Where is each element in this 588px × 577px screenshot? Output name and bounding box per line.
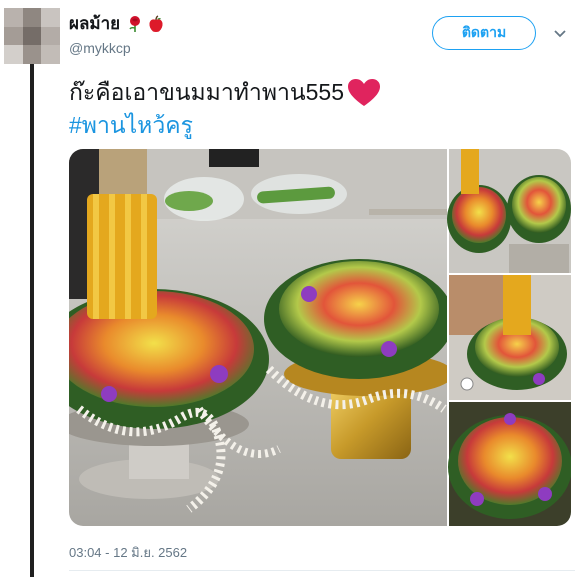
display-name[interactable]: ผลม้าย [69, 10, 120, 37]
main-photo[interactable] [69, 149, 454, 526]
tweet-timestamp[interactable]: 03:04 - 12 มิ.ย. 2562 [69, 542, 187, 563]
photo-collage[interactable] [69, 149, 571, 526]
thread-line [30, 62, 34, 577]
tweet-text: ก๊ะคือเอาขนมมาทำพาน555 #พานไหว้ครู [69, 76, 381, 142]
tweet-media[interactable] [69, 149, 571, 526]
red-heart-icon [348, 78, 381, 106]
thumbnail-photo-2[interactable] [449, 275, 571, 400]
user-block: ผลม้าย @mykkcp [69, 10, 165, 56]
follow-button[interactable]: ติดตาม [432, 16, 536, 50]
thumbnail-photo-3[interactable] [448, 402, 571, 526]
chevron-down-icon[interactable] [552, 26, 568, 42]
handle[interactable]: @mykkcp [69, 40, 165, 56]
divider [69, 570, 575, 571]
display-name-row[interactable]: ผลม้าย [69, 10, 165, 37]
tweet-text-line: ก๊ะคือเอาขนมมาทำพาน555 [69, 79, 345, 105]
thumbnail-photo-1[interactable] [447, 149, 571, 273]
rose-icon [129, 15, 141, 32]
hashtag-link[interactable]: #พานไหว้ครู [69, 109, 381, 142]
apple-icon [149, 14, 163, 32]
avatar[interactable] [4, 8, 60, 64]
